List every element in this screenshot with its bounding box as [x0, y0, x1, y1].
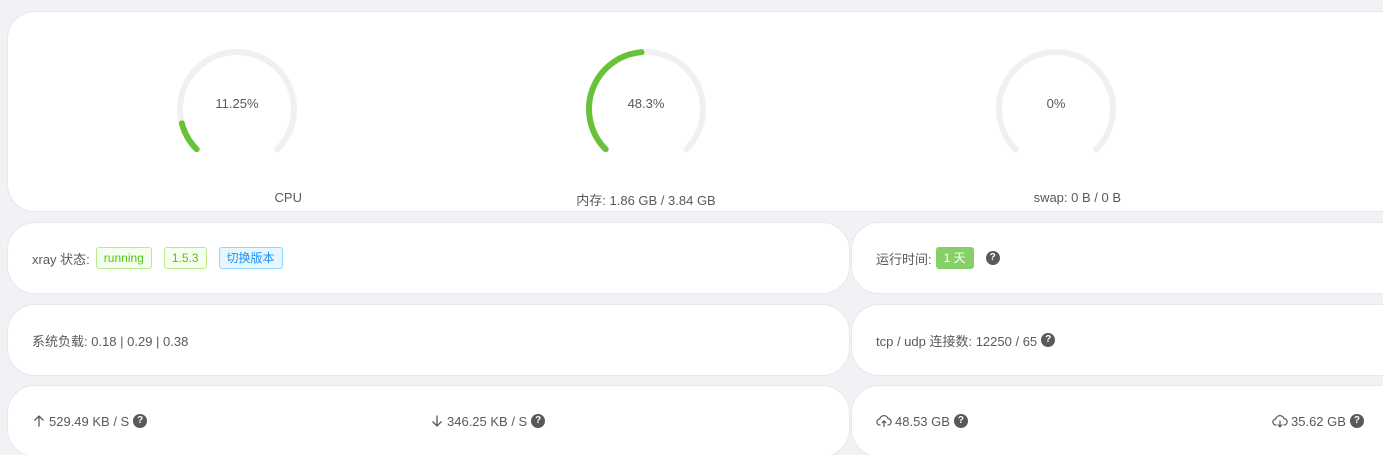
uptime-badge: 1 天 — [935, 247, 974, 269]
connections-card: tcp / udp 连接数: 12250 / 65 ? — [851, 304, 1383, 376]
arrow-down-icon — [432, 415, 442, 427]
arrow-up-icon — [34, 415, 44, 427]
help-icon[interactable]: ? — [985, 251, 1000, 265]
help-icon[interactable]: ? — [1349, 414, 1364, 428]
xray-version-badge: 1.5.3 — [163, 247, 207, 269]
system-load-text: 系统负载: 0.18 | 0.29 | 0.38 — [32, 333, 189, 349]
help-icon[interactable]: ? — [133, 414, 148, 428]
swap-label: swap: 0 B / 0 B — [1033, 190, 1121, 205]
connections-text: tcp / udp 连接数: 12250 / 65 — [876, 333, 1038, 349]
xray-status-label: xray 状态: — [32, 251, 90, 267]
swap-percent: 0% — [1046, 96, 1066, 111]
memory-gauge: 48.3% 内存: 1.86 GB / 3.84 GB — [576, 44, 716, 209]
xray-status-badge: running — [95, 247, 152, 269]
help-icon[interactable]: ? — [531, 414, 546, 428]
cpu-label: CPU — [274, 190, 302, 205]
upload-speed-value: 529.49 KB / S — [49, 413, 130, 429]
uptime-card: 运行时间: 1 天 ? — [851, 222, 1383, 294]
cloud-upload-icon — [876, 415, 892, 427]
uptime-label: 运行时间: — [876, 251, 932, 267]
traffic-card: 48.53 GB ? 35.62 GB ? — [851, 385, 1383, 455]
cloud-download-icon — [1272, 415, 1288, 428]
upload-speed: 529.49 KB / S ? — [32, 413, 148, 429]
network-speed-card: 529.49 KB / S ? 346.25 KB / S ? — [7, 385, 850, 455]
help-icon[interactable]: ? — [1041, 333, 1056, 347]
system-load-card: 系统负载: 0.18 | 0.29 | 0.38 — [7, 304, 850, 376]
system-status-card: 11.25% CPU 48.3% 内存: 1.86 GB / 3.84 GB 0… — [7, 11, 1383, 212]
memory-label: 内存: 1.86 GB / 3.84 GB — [576, 193, 716, 208]
traffic-received-value: 35.62 GB — [1291, 413, 1346, 429]
traffic-sent-value: 48.53 GB — [895, 413, 950, 429]
traffic-received: 35.62 GB ? — [1272, 414, 1364, 429]
download-speed: 346.25 KB / S ? — [430, 413, 546, 429]
memory-percent: 48.3% — [627, 96, 665, 111]
download-speed-value: 346.25 KB / S — [447, 413, 528, 429]
cpu-percent: 11.25% — [215, 96, 259, 111]
traffic-sent: 48.53 GB ? — [876, 414, 968, 429]
xray-status-card: xray 状态: running 1.5.3 切换版本 — [7, 222, 850, 294]
switch-version-button[interactable]: 切换版本 — [218, 247, 283, 269]
help-icon[interactable]: ? — [953, 414, 968, 428]
swap-gauge: 0% swap: 0 B / 0 B — [991, 44, 1121, 205]
cpu-gauge: 11.25% CPU — [172, 44, 302, 205]
